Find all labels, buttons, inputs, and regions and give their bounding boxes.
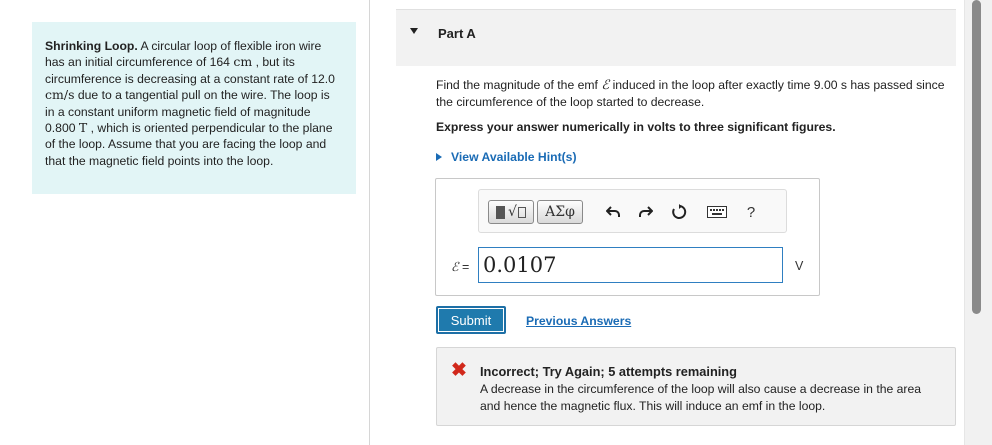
part-a-header[interactable]: Part A (396, 9, 956, 66)
problem-text-4: , which is oriented perpendicular to the… (45, 121, 333, 168)
collapse-caret-icon[interactable] (410, 28, 418, 34)
submit-button[interactable]: Submit (436, 306, 506, 334)
answer-emf-symbol: ℰ (451, 259, 459, 274)
answer-instructions: Express your answer numerically in volts… (436, 120, 836, 134)
help-icon[interactable]: ? (741, 202, 761, 222)
view-hints-link[interactable]: View Available Hint(s) (436, 150, 577, 164)
undo-icon[interactable] (603, 202, 623, 222)
scrollbar-thumb[interactable] (972, 0, 981, 314)
unit-cm: cm (233, 54, 253, 70)
equals-sign: = (458, 260, 470, 274)
math-toolbar: √ ΑΣφ ? (478, 189, 787, 233)
answer-input[interactable]: 0.0107 (478, 247, 783, 283)
problem-title: Shrinking Loop. (45, 39, 138, 53)
scrollbar[interactable] (964, 0, 992, 445)
incorrect-icon: ✖ (451, 360, 467, 381)
answer-unit: V (795, 259, 804, 273)
feedback-panel: ✖ Incorrect; Try Again; 5 attempts remai… (436, 347, 956, 426)
previous-answers-link[interactable]: Previous Answers (526, 314, 631, 328)
templates-button[interactable]: √ (488, 200, 534, 224)
feedback-message: A decrease in the circumference of the l… (480, 382, 922, 413)
rate-value: 12.0 (311, 71, 335, 86)
problem-statement: Shrinking Loop. A circular loop of flexi… (32, 22, 356, 194)
unit-tesla: T (78, 120, 88, 136)
templates-icon: √ (496, 204, 526, 220)
expand-caret-icon (436, 153, 442, 161)
redo-icon[interactable] (636, 202, 656, 222)
part-title: Part A (438, 26, 476, 41)
keyboard-icon[interactable] (705, 202, 729, 222)
greek-symbols-button[interactable]: ΑΣφ (537, 200, 583, 224)
hints-label: View Available Hint(s) (451, 150, 577, 164)
question-text-1: Find the magnitude of the emf (436, 78, 602, 92)
reset-icon[interactable] (669, 202, 689, 222)
answer-label: ℰ = (451, 259, 469, 274)
question-text: Find the magnitude of the emf ℰ induced … (436, 77, 956, 110)
feedback-title: Incorrect; Try Again; 5 attempts remaini… (480, 364, 737, 379)
emf-symbol: ℰ (601, 78, 610, 93)
answer-area: √ ΑΣφ ? ℰ = 0.0107 V (435, 178, 820, 296)
unit-rate: cm/s (45, 87, 75, 103)
column-divider (369, 0, 370, 445)
